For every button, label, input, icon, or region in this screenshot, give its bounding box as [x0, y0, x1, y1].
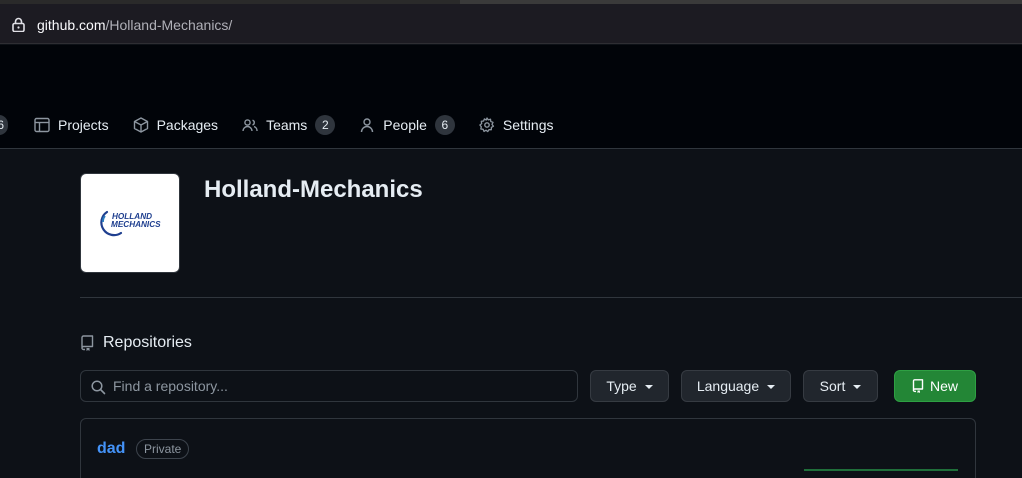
tab-teams[interactable]: Teams 2: [230, 110, 347, 140]
new-repository-button[interactable]: New: [894, 370, 976, 402]
repo-icon: [912, 379, 924, 393]
tab-label: Projects: [58, 117, 109, 133]
list-item: dad Private: [80, 418, 976, 478]
people-icon: [242, 119, 258, 132]
tab-label: Teams: [266, 117, 308, 133]
section-divider: [80, 297, 1022, 298]
tab-people[interactable]: People 6: [347, 110, 467, 140]
table-icon: [34, 117, 50, 133]
language-filter-button[interactable]: Language: [681, 370, 791, 402]
org-name: Holland-Mechanics: [204, 176, 423, 203]
search-input[interactable]: [113, 371, 573, 401]
chevron-down-icon: [853, 385, 862, 389]
chevron-down-icon: [644, 385, 653, 389]
org-avatar: HOLLAND MECHANICS: [80, 173, 180, 273]
gear-icon: [479, 117, 494, 133]
logo-text-mechanics: MECHANICS: [111, 220, 161, 229]
org-nav-tabs: Projects Packages Teams 2 People 6 Setti…: [22, 110, 565, 140]
visibility-badge: Private: [136, 439, 190, 459]
sort-button[interactable]: Sort: [803, 370, 878, 402]
new-label: New: [929, 378, 958, 394]
person-icon: [361, 118, 374, 133]
people-counter: 6: [434, 115, 455, 135]
language-label: Language: [696, 378, 760, 394]
sort-label: Sort: [819, 378, 846, 394]
holland-mechanics-logo: HOLLAND MECHANICS: [100, 210, 161, 237]
repo-name-link[interactable]: dad: [97, 440, 125, 458]
tab-label: Packages: [156, 117, 219, 133]
search-icon: [91, 380, 106, 395]
package-icon: [133, 117, 148, 133]
lock-icon[interactable]: [12, 17, 25, 32]
url-path: /Holland-Mechanics/: [105, 17, 233, 33]
type-label: Type: [606, 378, 637, 394]
tab-label: Settings: [502, 117, 554, 133]
tab-packages[interactable]: Packages: [121, 110, 230, 140]
tab-projects[interactable]: Projects: [22, 110, 121, 140]
repo-icon: [81, 335, 94, 351]
type-filter-button[interactable]: Type: [590, 370, 669, 402]
address-bar[interactable]: github.com/Holland-Mechanics/: [0, 4, 1022, 44]
activity-graph: [804, 469, 958, 471]
repositories-tab-counter: 6: [0, 115, 8, 135]
repo-search[interactable]: [80, 370, 578, 402]
org-header: 6 Projects Packages Teams 2 People 6 Set…: [0, 45, 1022, 149]
chevron-down-icon: [767, 385, 776, 389]
url-host: github.com: [37, 17, 106, 33]
tab-settings[interactable]: Settings: [467, 110, 566, 140]
tab-label: People: [383, 117, 427, 133]
url-text[interactable]: github.com/Holland-Mechanics/: [37, 17, 232, 33]
repositories-title: Repositories: [103, 334, 192, 351]
teams-counter: 2: [315, 115, 336, 135]
repositories-heading: Repositories: [80, 334, 192, 352]
